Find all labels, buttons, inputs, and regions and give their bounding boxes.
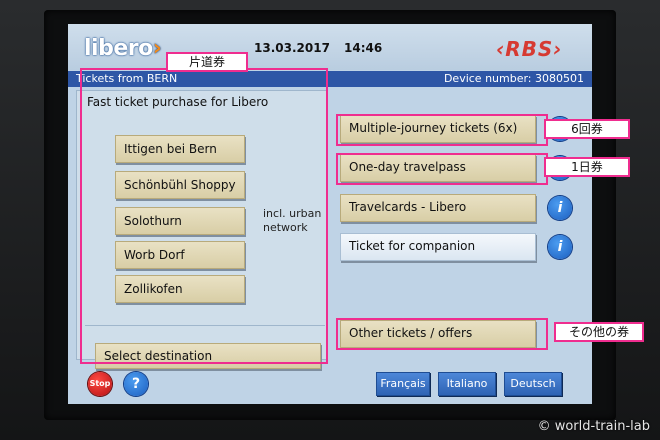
language-button-italian[interactable]: Italiano [438, 372, 496, 396]
ticket-machine-screen: libero› 13.03.2017 14:46 ‹RBS› Tickets f… [68, 24, 592, 404]
panel-divider [85, 325, 325, 326]
annotation-other-tickets: その他の券 [554, 322, 644, 342]
multiple-journey-button[interactable]: Multiple-journey tickets (6x) [340, 115, 536, 143]
help-button[interactable]: ? [124, 372, 148, 396]
libero-logo: libero› [84, 36, 162, 61]
select-destination-button[interactable]: Select destination [95, 343, 321, 369]
urban-network-note: incl. urban network [263, 207, 322, 234]
language-button-german[interactable]: Deutsch [504, 372, 562, 396]
info-bar: Tickets from BERN Device number: 3080501 [68, 71, 592, 87]
destination-button-worb[interactable]: Worb Dorf [115, 241, 245, 269]
other-tickets-button[interactable]: Other tickets / offers [340, 320, 536, 348]
destination-button-ittigen[interactable]: Ittigen bei Bern [115, 135, 245, 163]
info-icon-travelcards[interactable]: i [548, 196, 572, 220]
language-button-french[interactable]: Français [376, 372, 430, 396]
header-date: 13.03.2017 [254, 41, 330, 55]
travelcards-button[interactable]: Travelcards - Libero [340, 194, 536, 222]
origin-label: Tickets from BERN [76, 72, 178, 85]
device-number: Device number: 3080501 [443, 72, 584, 85]
destination-button-zollikofen[interactable]: Zollikofen [115, 275, 245, 303]
annotation-six-ticket: 6回券 [544, 119, 630, 139]
info-icon-companion[interactable]: i [548, 235, 572, 259]
fast-purchase-panel: Fast ticket purchase for Libero Ittigen … [76, 90, 328, 369]
annotation-single-ticket: 片道券 [166, 52, 248, 72]
header-time: 14:46 [344, 41, 383, 55]
destination-button-solothurn[interactable]: Solothurn [115, 207, 245, 235]
rbs-logo: ‹RBS› [496, 37, 563, 61]
annotation-day-ticket: 1日券 [544, 157, 630, 177]
companion-ticket-button[interactable]: Ticket for companion [340, 233, 536, 261]
header-bar: libero› 13.03.2017 14:46 ‹RBS› [68, 24, 592, 70]
panel-title: Fast ticket purchase for Libero [87, 95, 269, 109]
stop-button[interactable]: Stop [88, 372, 112, 396]
one-day-travelpass-button[interactable]: One-day travelpass [340, 154, 536, 182]
destination-button-schoenbuehl[interactable]: Schönbühl Shoppy [115, 171, 245, 199]
watermark: © world-train-lab [537, 419, 650, 434]
